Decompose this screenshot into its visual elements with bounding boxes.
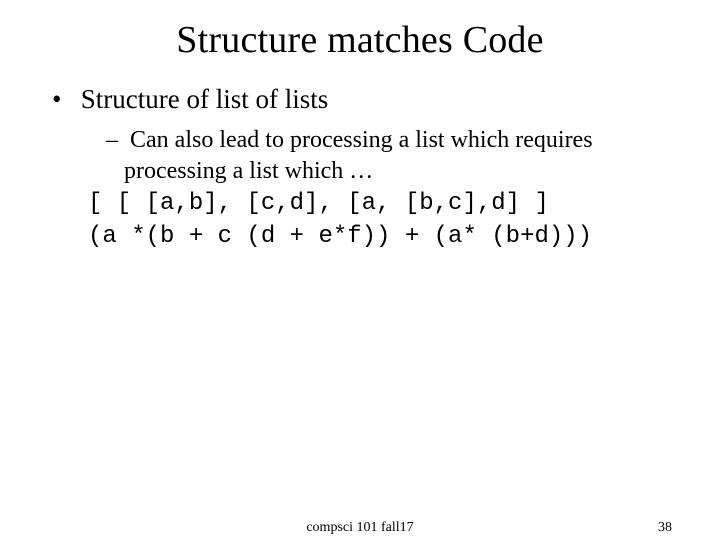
bullet-1-text: Structure of list of lists <box>81 84 328 114</box>
bullet-level-1: Structure of list of lists <box>52 84 672 115</box>
code-line-1: [ [ [a,b], [c,d], [a, [b,c],d] ] <box>88 188 672 220</box>
footer-course: compsci 101 fall17 <box>306 520 413 536</box>
page-number: 38 <box>658 520 672 536</box>
bullet-level-2: Can also lead to processing a list which… <box>106 125 672 186</box>
code-line-2: (a *(b + c (d + e*f)) + (a* (b+d))) <box>88 221 672 253</box>
bullet-2-text: Can also lead to processing a list which… <box>124 127 593 184</box>
slide: Structure matches Code Structure of list… <box>0 0 720 540</box>
page-title: Structure matches Code <box>48 18 672 62</box>
